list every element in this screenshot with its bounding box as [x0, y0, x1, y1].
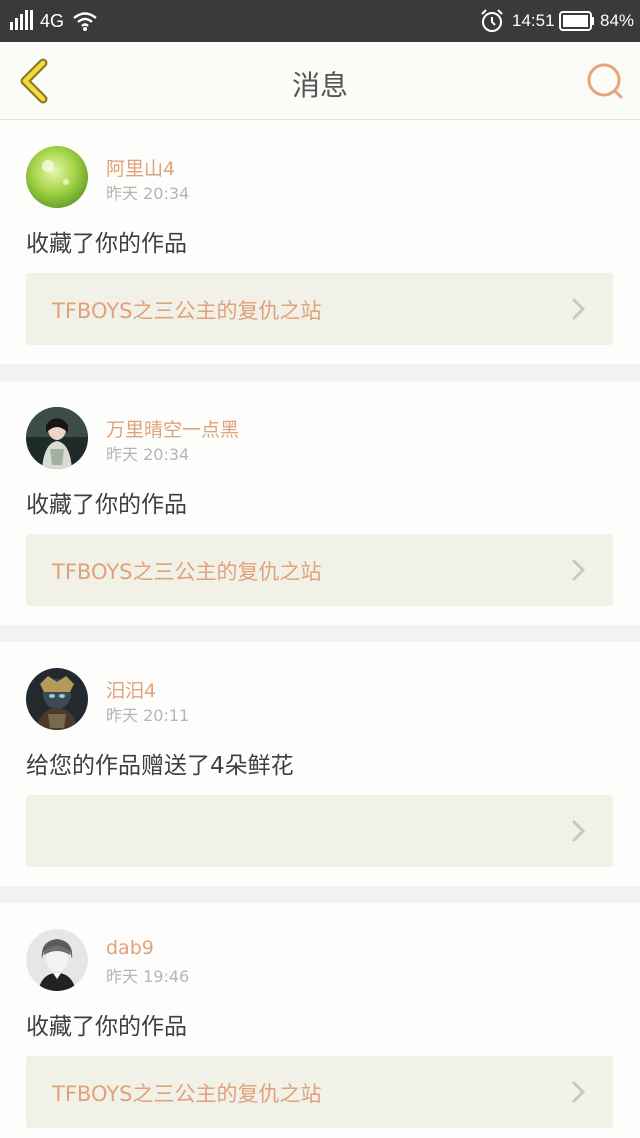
avatar[interactable]: [26, 146, 88, 208]
username[interactable]: 阿里山4: [106, 154, 175, 181]
message-timestamp: 昨天 19:46: [106, 967, 190, 986]
search-icon[interactable]: [584, 60, 626, 102]
status-bar: 4G 14:51 84%: [0, 0, 640, 42]
message-text: 收藏了你的作品: [26, 492, 187, 518]
message-timestamp: 昨天 20:34: [106, 184, 190, 203]
back-arrow-icon[interactable]: [14, 58, 54, 104]
page-title: 消息: [291, 69, 348, 102]
message-card: 阿里山4 昨天 20:34 收藏了你的作品 TFBOYS之三公主的复仇之站: [0, 120, 640, 364]
wifi-icon: [73, 12, 97, 31]
avatar[interactable]: [26, 407, 88, 469]
message-text: 收藏了你的作品: [26, 231, 187, 257]
message-text: 收藏了你的作品: [26, 1014, 187, 1040]
username[interactable]: 汨汨4: [106, 676, 156, 703]
network-type: 4G: [40, 11, 65, 31]
message-timestamp: 昨天 20:34: [106, 445, 190, 464]
nav-bar: 消息: [0, 42, 640, 120]
avatar[interactable]: [26, 929, 88, 991]
work-link[interactable]: TFBOYS之三公主的复仇之站: [26, 1056, 613, 1128]
username[interactable]: dab9: [106, 937, 154, 959]
work-link[interactable]: TFBOYS之三公主的复仇之站: [26, 534, 613, 606]
message-card: dab9 昨天 19:46 收藏了你的作品 TFBOYS之三公主的复仇之站: [0, 903, 640, 1138]
message-text: 给您的作品赠送了4朵鲜花: [26, 753, 294, 779]
battery-icon: [559, 11, 594, 31]
message-timestamp: 昨天 20:11: [106, 706, 190, 725]
work-title: TFBOYS之三公主的复仇之站: [52, 1082, 322, 1106]
alarm-icon: [481, 9, 503, 32]
work-title: TFBOYS之三公主的复仇之站: [52, 299, 322, 323]
status-time: 14:51: [512, 11, 555, 30]
chevron-right-icon: [572, 298, 586, 320]
username[interactable]: 万里晴空一点黑: [106, 415, 239, 442]
chevron-right-icon: [572, 1081, 586, 1103]
signal-icon: [10, 10, 33, 30]
work-link[interactable]: [26, 795, 613, 867]
work-link[interactable]: TFBOYS之三公主的复仇之站: [26, 273, 613, 345]
chevron-right-icon: [572, 820, 586, 842]
chevron-right-icon: [572, 559, 586, 581]
message-card: 汨汨4 昨天 20:11 给您的作品赠送了4朵鲜花: [0, 642, 640, 886]
battery-percentage: 84%: [600, 11, 635, 30]
message-card: 万里晴空一点黑 昨天 20:34 收藏了你的作品 TFBOYS之三公主的复仇之站: [0, 381, 640, 625]
avatar[interactable]: [26, 668, 88, 730]
work-title: TFBOYS之三公主的复仇之站: [52, 560, 322, 584]
